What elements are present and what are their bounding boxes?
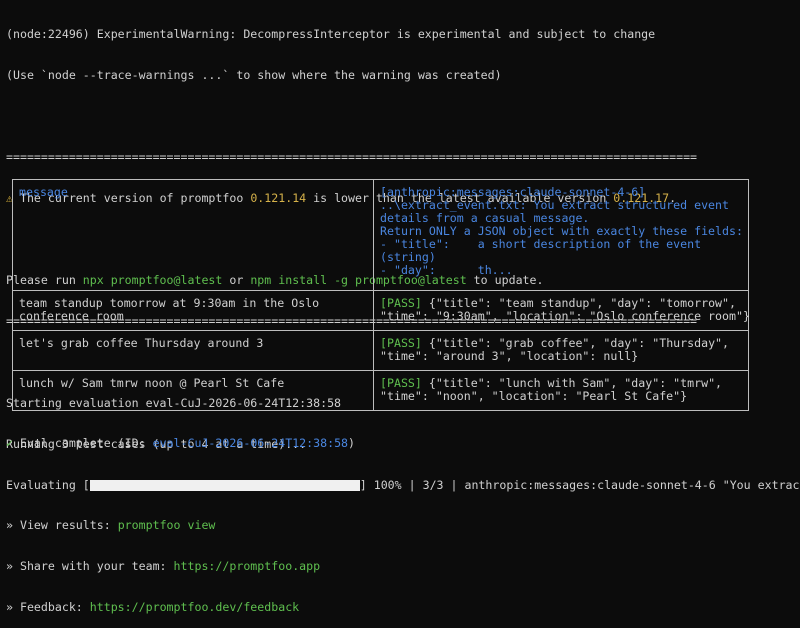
view-results-line: » View results: promptfoo view xyxy=(6,518,216,532)
pass-badge: [PASS] xyxy=(380,296,422,310)
share-link[interactable]: https://promptfoo.app xyxy=(174,559,321,573)
feedback-line: » Feedback: https://promptfoo.dev/feedba… xyxy=(6,600,300,614)
table-row: lunch w/ Sam tmrw noon @ Pearl St Cafe [… xyxy=(12,370,749,411)
separator-top: ========================================… xyxy=(6,150,698,164)
check-icon: ✓ xyxy=(6,436,13,450)
row-message: team standup tomorrow at 9:30am in the O… xyxy=(12,290,374,331)
table-row: let's grab coffee Thursday around 3 [PAS… xyxy=(12,330,749,371)
row-message: let's grab coffee Thursday around 3 xyxy=(12,330,374,371)
footer: ✓ Eval complete (ID: eval-CuJ-2026-06-24… xyxy=(6,409,355,628)
eval-id: eval-CuJ-2026-06-24T12:38:58 xyxy=(152,436,349,450)
warning-line-1: (node:22496) ExperimentalWarning: Decomp… xyxy=(6,27,656,41)
row-output: [PASS] {"title": "lunch with Sam", "day"… xyxy=(373,370,749,411)
pass-badge: [PASS] xyxy=(380,336,422,350)
table-row: team standup tomorrow at 9:30am in the O… xyxy=(12,290,750,331)
share-line: » Share with your team: https://promptfo… xyxy=(6,559,321,573)
feedback-link[interactable]: https://promptfoo.dev/feedback xyxy=(90,600,299,614)
header-message: message xyxy=(12,179,374,291)
header-prompt: [anthropic:messages:claude-sonnet-4-6] .… xyxy=(373,179,749,291)
results-table: message [anthropic:messages:claude-sonne… xyxy=(12,179,750,411)
warning-line-2: (Use `node --trace-warnings ...` to show… xyxy=(6,68,502,82)
view-command[interactable]: promptfoo view xyxy=(118,518,216,532)
row-message: lunch w/ Sam tmrw noon @ Pearl St Cafe xyxy=(12,370,374,411)
eval-complete-line: ✓ Eval complete (ID: eval-CuJ-2026-06-24… xyxy=(6,436,356,450)
row-output: [PASS] {"title": "grab coffee", "day": "… xyxy=(373,330,749,371)
row-output: [PASS] {"title": "team standup", "day": … xyxy=(373,290,750,331)
table-header-row: message [anthropic:messages:claude-sonne… xyxy=(12,179,749,291)
pass-badge: [PASS] xyxy=(380,376,422,390)
